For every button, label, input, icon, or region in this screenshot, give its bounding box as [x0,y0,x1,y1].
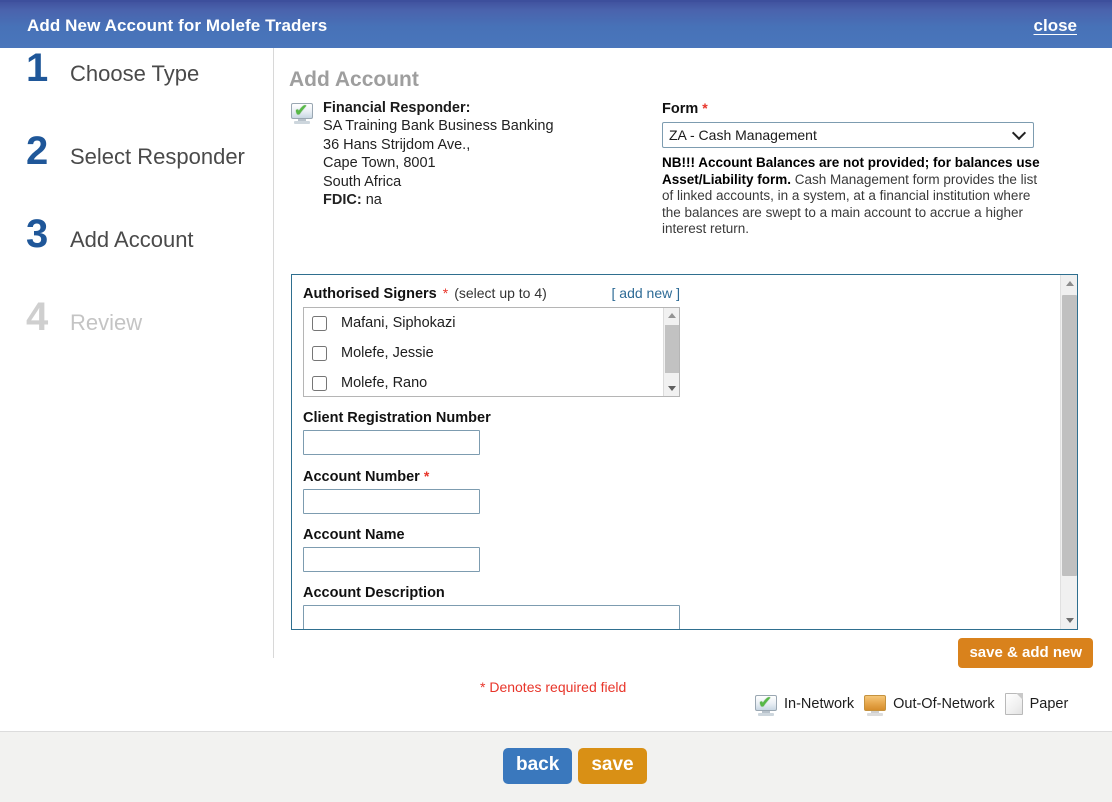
account-details-panel-inner: Authorised Signers * (select up to 4) [ … [292,275,1062,629]
wizard-steps: 1 Choose Type 2 Select Responder 3 Add A… [0,48,274,658]
financial-responder-block: ✔ Financial Responder: SA Training Bank … [291,100,554,210]
signers-scrollbar[interactable] [663,308,679,396]
legend-label: In-Network [784,696,855,712]
back-button[interactable]: back [503,748,573,784]
paper-document-icon [1004,693,1023,715]
list-item[interactable]: Molefe, Jessie [304,338,679,368]
in-network-monitor-icon: ✔ [291,103,313,124]
legend-item-in-network: ✔ In-Network [755,692,854,716]
responder-country: South Africa [323,173,402,190]
out-of-network-monitor-icon [864,695,887,716]
dialog-footer: back save [0,731,1112,802]
responder-heading: Financial Responder: [323,100,471,116]
form-select-block: Form * ZA - Cash Management NB!!! Accoun… [662,100,1040,238]
authorised-signers-hint: (select up to 4) [454,285,547,301]
required-asterisk: * [423,468,430,484]
close-button[interactable]: close [1034,16,1077,36]
form-select-wrapper: ZA - Cash Management [662,122,1034,148]
step-number: 3 [26,212,49,256]
step-number: 2 [26,129,49,173]
step-label: Review [70,310,143,335]
client-registration-number-input[interactable] [303,430,480,455]
form-select-label: Form * [662,100,1037,117]
legend-item-paper: Paper [1004,693,1069,715]
step-label: Select Responder [70,144,245,169]
form-select[interactable]: ZA - Cash Management [662,122,1034,148]
field-label: Account Number * [303,468,1062,485]
form-label-text: Form [662,101,699,117]
field-label: Client Registration Number [303,410,491,426]
legend-label: Paper [1029,696,1069,712]
account-number-input[interactable] [303,489,480,514]
field-account-number: Account Number * [303,468,1062,514]
fdic-label: FDIC: [323,192,362,208]
footer-buttons: back save [503,748,647,784]
signer-checkbox[interactable] [312,315,327,331]
required-field-note: * Denotes required field [480,679,627,695]
scroll-down-arrow-icon[interactable] [1061,612,1077,629]
wizard-step-review: 4 Review [0,297,273,380]
legend-item-out-of-network: Out-Of-Network [864,692,995,716]
dialog-titlebar: Add New Account for Molefe Traders close [0,0,1112,48]
account-description-input[interactable] [303,605,680,629]
scrollbar-thumb[interactable] [1062,295,1077,576]
add-account-dialog: Add New Account for Molefe Traders close… [0,0,1112,802]
step-label: Add Account [70,227,194,252]
dialog-title: Add New Account for Molefe Traders [27,16,328,35]
network-legend: ✔ In-Network Out-Of-Network Paper [755,692,1068,716]
responder-city: Cape Town, 8001 [323,155,436,171]
scroll-up-arrow-icon[interactable] [1061,275,1077,292]
field-client-registration-number: Client Registration Number [303,410,1062,455]
field-account-description: Account Description [303,585,1062,629]
required-asterisk: * [442,285,449,301]
wizard-step-choose-type[interactable]: 1 Choose Type [0,48,273,131]
page-title: Add Account [289,68,419,91]
signer-checkbox[interactable] [312,345,327,361]
wizard-step-add-account[interactable]: 3 Add Account [0,214,273,297]
step-number: 4 [26,295,49,339]
field-label-text: Account Number [303,469,420,485]
responder-fdic: FDIC: na [323,191,554,210]
account-name-input[interactable] [303,547,480,572]
signer-checkbox[interactable] [312,375,327,391]
step-label: Choose Type [70,61,200,86]
account-details-panel: Authorised Signers * (select up to 4) [ … [291,274,1078,630]
main-content: Add Account ✔ Financial Responder: SA Tr… [274,48,1112,683]
authorised-signers-label: Authorised Signers [303,286,437,302]
signer-name: Molefe, Jessie [341,345,434,361]
save-button[interactable]: save [578,748,647,784]
step-number: 1 [26,46,49,90]
field-label: Account Name [303,527,405,543]
field-label: Account Description [303,585,445,601]
fdic-value: na [365,192,382,208]
signer-name: Molefe, Rano [341,375,428,391]
form-note: NB!!! Account Balances are not provided;… [662,155,1040,238]
legend-label: Out-Of-Network [893,696,995,712]
responder-street: 36 Hans Strijdom Ave., [323,136,471,153]
authorised-signers-header: Authorised Signers * (select up to 4) [ … [303,285,680,302]
scrollbar-thumb[interactable] [665,325,679,373]
scroll-up-arrow-icon[interactable] [664,308,679,323]
list-item[interactable]: Molefe, Rano [304,368,679,396]
add-new-signer-link[interactable]: [ add new ] [612,285,681,301]
wizard-step-select-responder[interactable]: 2 Select Responder [0,131,273,214]
dialog-body: 1 Choose Type 2 Select Responder 3 Add A… [0,48,1112,731]
list-item[interactable]: Mafani, Siphokazi [304,308,679,338]
save-and-add-new-button[interactable]: save & add new [958,638,1093,668]
required-asterisk: * [702,100,708,116]
in-network-monitor-icon: ✔ [755,695,777,716]
responder-bank-name: SA Training Bank Business Banking [323,118,554,134]
signer-name: Mafani, Siphokazi [341,315,456,331]
field-account-name: Account Name [303,527,1062,572]
authorised-signers-list: Mafani, Siphokazi Molefe, Jessie Molefe,… [303,307,680,397]
panel-scrollbar[interactable] [1060,275,1077,629]
scroll-down-arrow-icon[interactable] [664,381,679,396]
